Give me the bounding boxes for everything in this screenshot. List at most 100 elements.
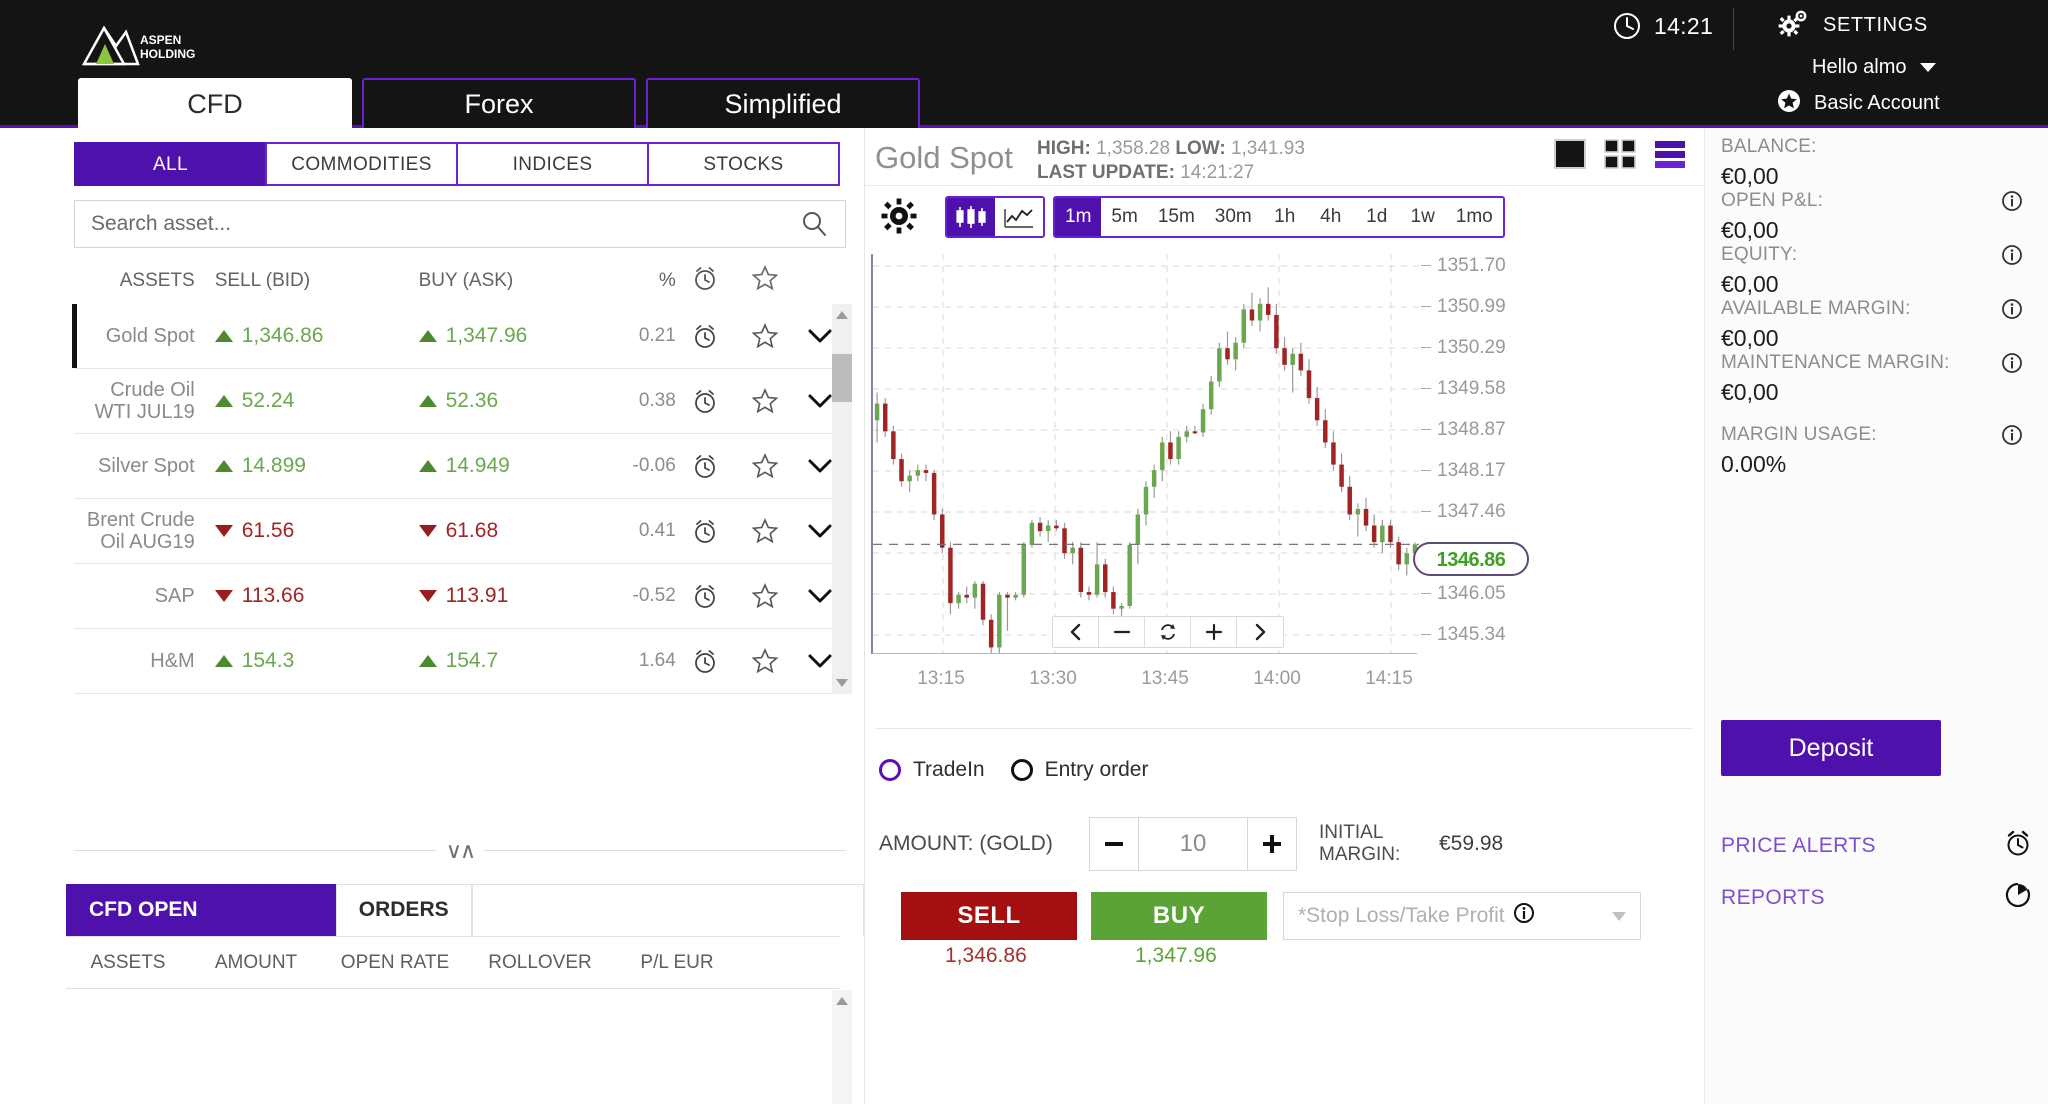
label-tradein[interactable]: TradeIn xyxy=(913,758,985,782)
tab-forex[interactable]: Forex xyxy=(362,78,636,128)
positions-scrollbar[interactable] xyxy=(832,990,852,1104)
grid-view-icon[interactable] xyxy=(1603,138,1637,175)
asset-percent: 0.41 xyxy=(638,520,676,541)
line-chart-icon[interactable] xyxy=(995,198,1043,236)
alarm-clock-icon[interactable] xyxy=(676,322,735,350)
filter-stocks[interactable]: STOCKS xyxy=(647,142,840,186)
price-tick-label: 1350.29 xyxy=(1421,337,1506,359)
star-icon[interactable] xyxy=(735,582,794,610)
reports-link[interactable]: REPORTS xyxy=(1721,880,2033,916)
timeframe-5m[interactable]: 5m xyxy=(1101,198,1148,236)
table-row[interactable]: Silver Spot 14.899 14.949 -0.06 xyxy=(74,434,846,499)
column-assets: ASSETS xyxy=(119,270,195,291)
zoom-in-icon[interactable] xyxy=(1191,617,1237,647)
scrollbar-thumb[interactable] xyxy=(832,354,852,402)
info-icon[interactable] xyxy=(2001,190,2023,217)
scroll-down-icon[interactable] xyxy=(832,672,852,694)
asset-ask: 52.36 xyxy=(418,389,611,413)
header-divider xyxy=(1733,8,1734,50)
clock-display: 14:21 xyxy=(1612,11,1713,41)
star-icon[interactable] xyxy=(735,647,794,675)
info-icon[interactable] xyxy=(1513,902,1535,930)
amount-value[interactable]: 10 xyxy=(1138,818,1248,870)
column-sell-bid: SELL (BID) xyxy=(214,270,311,291)
table-row[interactable]: Brent Crude Oil AUG19 61.56 61.68 0.41 xyxy=(74,499,846,564)
deposit-button[interactable]: Deposit xyxy=(1721,720,1941,776)
asset-bid: 14.899 xyxy=(214,454,413,478)
star-icon[interactable] xyxy=(735,387,794,415)
reset-icon[interactable] xyxy=(1145,617,1191,647)
tab-cfd-open-positions[interactable]: CFD OPEN POSITIONS xyxy=(66,884,336,971)
search-input[interactable] xyxy=(75,201,799,247)
chart-panel: Gold Spot HIGH: 1,358.28 LOW: 1,341.93 L… xyxy=(864,128,1705,1104)
label-entry-order[interactable]: Entry order xyxy=(1045,758,1149,782)
candlestick-plot[interactable] xyxy=(871,254,1419,654)
asset-bid: 1,346.86 xyxy=(214,324,413,348)
info-icon[interactable] xyxy=(2001,244,2023,271)
gear-icon xyxy=(1775,8,1809,43)
list-view-icon[interactable] xyxy=(1653,138,1687,175)
stop-loss-take-profit-select[interactable]: *Stop Loss/Take Profit xyxy=(1283,892,1641,940)
star-icon[interactable] xyxy=(735,452,794,480)
table-row[interactable]: SAP 113.66 113.91 -0.52 xyxy=(74,564,846,629)
timeframe-1mo[interactable]: 1mo xyxy=(1445,198,1503,236)
timeframe-1m[interactable]: 1m xyxy=(1055,198,1102,236)
timeframe-30m[interactable]: 30m xyxy=(1204,198,1262,236)
prev-icon[interactable] xyxy=(1053,617,1099,647)
star-icon[interactable] xyxy=(735,322,794,350)
account-summary-panel: BALANCE: €0,00 OPEN P&L: €0,00 EQUITY: €0,00 A… xyxy=(1704,128,2048,1104)
tab-orders[interactable]: ORDERS xyxy=(335,884,472,936)
timeframe-1w[interactable]: 1w xyxy=(1399,198,1446,236)
price-alerts-label: PRICE ALERTS xyxy=(1721,834,1876,857)
filter-commodities[interactable]: COMMODITIES xyxy=(265,142,458,186)
info-icon[interactable] xyxy=(2001,424,2023,451)
timeframe-1h[interactable]: 1h xyxy=(1261,198,1308,236)
timeframe-15m[interactable]: 15m xyxy=(1147,198,1205,236)
alarm-clock-icon[interactable] xyxy=(676,452,735,480)
filter-all[interactable]: ALL xyxy=(74,142,267,186)
buy-button[interactable]: BUY xyxy=(1091,892,1267,940)
chart-settings-gear-icon[interactable] xyxy=(879,196,919,241)
high-label: HIGH: xyxy=(1037,138,1091,159)
timeframe-4h[interactable]: 4h xyxy=(1307,198,1354,236)
table-row[interactable]: Crude Oil WTI JUL19 52.24 52.36 0.38 xyxy=(74,369,846,434)
asset-name: Gold Spot xyxy=(105,324,195,347)
minus-icon[interactable] xyxy=(1090,818,1138,870)
table-row[interactable]: H&M 154.3 154.7 1.64 xyxy=(74,629,846,694)
radio-entry-order[interactable] xyxy=(1010,759,1033,781)
user-menu[interactable]: Hello almo xyxy=(1812,56,1937,79)
positions-scroll-up-icon[interactable] xyxy=(832,990,852,1012)
sell-button[interactable]: SELL xyxy=(901,892,1077,940)
settings-button[interactable]: SETTINGS xyxy=(1775,8,1928,43)
tab-cfd[interactable]: CFD xyxy=(78,78,352,128)
account-type-label: Basic Account xyxy=(1814,92,1940,114)
star-icon[interactable] xyxy=(735,517,794,545)
asset-name: Silver Spot xyxy=(97,454,195,477)
candlestick-icon[interactable] xyxy=(947,198,995,236)
alarm-clock-icon[interactable] xyxy=(676,647,735,675)
zoom-out-icon[interactable] xyxy=(1099,617,1145,647)
timeframe-1d[interactable]: 1d xyxy=(1353,198,1400,236)
radio-tradein[interactable] xyxy=(879,759,901,781)
search-icon[interactable] xyxy=(799,209,845,239)
info-icon[interactable] xyxy=(2001,298,2023,325)
scroll-up-icon[interactable] xyxy=(832,304,852,326)
tab-simplified[interactable]: Simplified xyxy=(646,78,920,128)
single-pane-icon[interactable] xyxy=(1553,138,1587,175)
panel-resize-handle[interactable]: ∨∧ xyxy=(74,838,846,864)
next-icon[interactable] xyxy=(1237,617,1283,647)
filter-indices[interactable]: INDICES xyxy=(456,142,649,186)
info-icon[interactable] xyxy=(2001,352,2023,379)
chart-view-mode-buttons xyxy=(1553,138,1687,175)
price-tick-label: 1349.58 xyxy=(1421,378,1506,400)
asset-list-scrollbar[interactable] xyxy=(832,304,852,694)
price-alerts-link[interactable]: PRICE ALERTS xyxy=(1721,828,2033,864)
table-row[interactable]: Gold Spot 1,346.86 1,347.96 0.21 xyxy=(72,304,846,369)
alarm-clock-icon[interactable] xyxy=(676,387,735,415)
asset-ask: 14.949 xyxy=(418,454,611,478)
account-stat: OPEN P&L: €0,00 xyxy=(1721,190,2037,244)
alarm-clock-icon[interactable] xyxy=(676,582,735,610)
alarm-clock-icon[interactable] xyxy=(676,517,735,545)
plus-icon[interactable] xyxy=(1248,818,1296,870)
asset-ask: 1,347.96 xyxy=(418,324,611,348)
